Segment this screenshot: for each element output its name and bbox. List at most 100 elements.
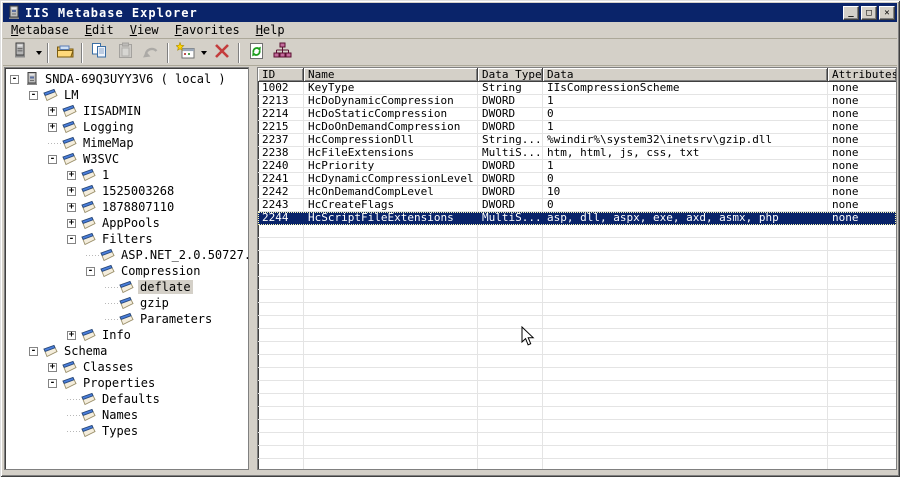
tree-item-classes[interactable]: + Classes bbox=[5, 359, 248, 375]
empty-cell bbox=[828, 303, 896, 316]
column-header-data-type[interactable]: Data Type bbox=[478, 68, 543, 82]
tree-item-filters[interactable]: - Filters bbox=[5, 231, 248, 247]
close-button[interactable]: ✕ bbox=[879, 5, 895, 20]
tree-item-w3svc[interactable]: - W3SVC bbox=[5, 151, 248, 167]
cell-attributes: none bbox=[828, 173, 896, 186]
expand-toggle[interactable]: + bbox=[48, 362, 57, 372]
tree-item-label: MimeMap bbox=[83, 136, 134, 150]
connect-server-button[interactable] bbox=[8, 42, 32, 64]
tree-item-apppools[interactable]: + AppPools bbox=[5, 215, 248, 231]
column-header-name[interactable]: Name bbox=[304, 68, 478, 82]
empty-cell bbox=[304, 251, 478, 264]
expand-toggle[interactable]: + bbox=[67, 202, 76, 212]
collapse-toggle[interactable]: - bbox=[29, 346, 38, 356]
tree-item-1[interactable]: +1 bbox=[5, 167, 248, 183]
table-row-2238[interactable]: 2238 HcFileExtensions MultiS... htm, html, … bbox=[258, 147, 896, 160]
collapse-toggle[interactable]: - bbox=[48, 378, 57, 388]
key-icon bbox=[42, 344, 59, 358]
column-header-data[interactable]: Data bbox=[543, 68, 828, 82]
empty-cell bbox=[543, 420, 828, 433]
tree-view[interactable]: - SNDA-69Q3UYY3V6 ( local ) - LM + IISADMIN + L… bbox=[4, 67, 249, 470]
collapse-toggle[interactable]: - bbox=[86, 266, 95, 276]
empty-cell bbox=[828, 251, 896, 264]
expand-toggle[interactable]: + bbox=[48, 122, 57, 132]
collapse-toggle[interactable]: - bbox=[29, 90, 38, 100]
menu-edit[interactable]: Edit bbox=[77, 22, 122, 38]
tree-item-schema[interactable]: - Schema bbox=[5, 343, 248, 359]
table-row-1002[interactable]: 1002 KeyType String IIsCompressionScheme non… bbox=[258, 82, 896, 95]
tree-item-compression[interactable]: - Compression bbox=[5, 263, 248, 279]
empty-row bbox=[258, 329, 896, 342]
list-body[interactable]: 1002 KeyType String IIsCompressionScheme non… bbox=[258, 82, 896, 469]
collapse-toggle[interactable]: - bbox=[10, 74, 19, 84]
empty-cell bbox=[304, 303, 478, 316]
tree-item-info[interactable]: + Info bbox=[5, 327, 248, 343]
empty-row bbox=[258, 368, 896, 381]
tree-item-label: Properties bbox=[83, 376, 156, 390]
tree-view-button[interactable] bbox=[270, 42, 294, 64]
key-icon bbox=[99, 264, 116, 278]
collapse-toggle[interactable]: - bbox=[67, 234, 76, 244]
expand-toggle[interactable]: + bbox=[67, 330, 76, 340]
empty-row bbox=[258, 277, 896, 290]
table-row-2215[interactable]: 2215 HcDoOnDemandCompression DWORD 1 none bbox=[258, 121, 896, 134]
menu-view[interactable]: View bbox=[122, 22, 167, 38]
tree-item-mimemap[interactable]: MimeMap bbox=[5, 135, 248, 151]
menu-help[interactable]: Help bbox=[248, 22, 293, 38]
menu-metabase[interactable]: Metabase bbox=[3, 22, 77, 38]
tree-connector bbox=[105, 286, 118, 288]
metabase-key-list[interactable]: ID Name Data Type Data Attributes 1002 KeyTyp… bbox=[257, 67, 897, 470]
tree-item-lm[interactable]: - LM bbox=[5, 87, 248, 103]
tree-item-properties[interactable]: - Properties bbox=[5, 375, 248, 391]
table-row-2213[interactable]: 2213 HcDoDynamicCompression DWORD 1 none bbox=[258, 95, 896, 108]
new-key-button[interactable] bbox=[173, 41, 197, 64]
open-folder-button[interactable] bbox=[53, 42, 77, 64]
empty-cell bbox=[258, 420, 304, 433]
refresh-button[interactable] bbox=[244, 42, 268, 64]
expand-toggle[interactable]: + bbox=[67, 170, 76, 180]
tree-item-defaults[interactable]: Defaults bbox=[5, 391, 248, 407]
expand-toggle[interactable]: + bbox=[48, 106, 57, 116]
toolbar-separator bbox=[81, 42, 83, 63]
tree-item-types[interactable]: Types bbox=[5, 423, 248, 439]
tree-item-iisadmin[interactable]: + IISADMIN bbox=[5, 103, 248, 119]
menu-favorites[interactable]: Favorites bbox=[167, 22, 248, 38]
minimize-button[interactable]: _ bbox=[843, 5, 859, 20]
empty-row bbox=[258, 264, 896, 277]
expand-toggle[interactable]: + bbox=[67, 218, 76, 228]
expand-toggle[interactable]: + bbox=[67, 186, 76, 196]
tree-item-names[interactable]: Names bbox=[5, 407, 248, 423]
key-icon bbox=[61, 360, 78, 374]
tree-item-1878807110[interactable]: +1878807110 bbox=[5, 199, 248, 215]
tree-item-logging[interactable]: + Logging bbox=[5, 119, 248, 135]
tree-item-label: 1525003268 bbox=[102, 184, 175, 198]
empty-cell bbox=[828, 355, 896, 368]
maximize-button[interactable]: □ bbox=[861, 5, 877, 20]
tree-item-1525003268[interactable]: +1525003268 bbox=[5, 183, 248, 199]
column-header-id[interactable]: ID bbox=[258, 68, 304, 82]
tree-item-asp-net-2-0-50727-0[interactable]: ASP.NET_2.0.50727.0 bbox=[5, 247, 248, 263]
table-row-2241[interactable]: 2241 HcDynamicCompressionLevel DWORD 0 none bbox=[258, 173, 896, 186]
table-row-2244[interactable]: 2244 HcScriptFileExtensions MultiS... asp, … bbox=[258, 212, 896, 225]
empty-cell bbox=[828, 225, 896, 238]
delete-button[interactable] bbox=[210, 42, 234, 64]
undo-icon bbox=[142, 43, 160, 63]
title-bar[interactable]: IIS Metabase Explorer _ □ ✕ bbox=[3, 3, 897, 22]
tree-item-snda-69q3uyy3v6-local[interactable]: - SNDA-69Q3UYY3V6 ( local ) bbox=[5, 71, 248, 87]
tree-item-label: Defaults bbox=[102, 392, 160, 406]
connect-server-dropdown-arrow[interactable] bbox=[33, 42, 44, 64]
copy-button[interactable] bbox=[87, 42, 111, 64]
tree-item-gzip[interactable]: gzip bbox=[5, 295, 248, 311]
tree-item-deflate[interactable]: deflate bbox=[5, 279, 248, 295]
table-row-2237[interactable]: 2237 HcCompressionDll String... %windir%\sy… bbox=[258, 134, 896, 147]
table-row-2243[interactable]: 2243 HcCreateFlags DWORD 0 none bbox=[258, 199, 896, 212]
panel-splitter[interactable] bbox=[249, 67, 257, 470]
tree-item-parameters[interactable]: Parameters bbox=[5, 311, 248, 327]
new-key-dropdown-arrow[interactable] bbox=[198, 42, 209, 64]
collapse-toggle[interactable]: - bbox=[48, 154, 57, 164]
table-row-2214[interactable]: 2214 HcDoStaticCompression DWORD 0 none bbox=[258, 108, 896, 121]
column-header-attributes[interactable]: Attributes bbox=[828, 68, 896, 82]
table-row-2242[interactable]: 2242 HcOnDemandCompLevel DWORD 10 none bbox=[258, 186, 896, 199]
empty-cell bbox=[304, 394, 478, 407]
table-row-2240[interactable]: 2240 HcPriority DWORD 1 none bbox=[258, 160, 896, 173]
